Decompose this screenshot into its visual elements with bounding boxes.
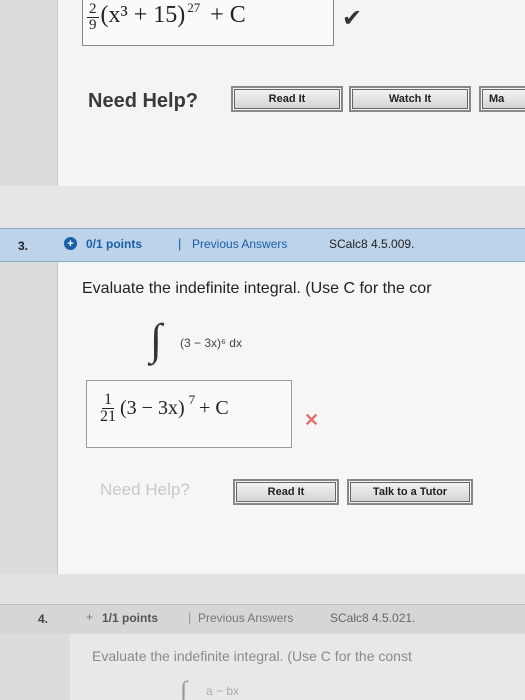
answer-denominator: 9: [89, 17, 97, 33]
points-label: 1/1 points: [102, 611, 159, 625]
answer-numerator: 1: [102, 391, 114, 409]
question-reference: SCalc8 4.5.021.: [330, 611, 416, 625]
master-it-button[interactable]: Ma: [479, 86, 525, 112]
question-reference: SCalc8 4.5.009.: [329, 237, 415, 251]
wrong-x-icon: ✕: [304, 410, 320, 430]
answer-plus-c: + C: [210, 2, 246, 28]
integrand: (3 − 3x)⁶ dx: [180, 336, 242, 350]
read-it-button[interactable]: Read It: [231, 86, 343, 112]
points-label: 0/1 points: [86, 237, 143, 251]
answer-denominator: 21: [100, 408, 116, 425]
question-prompt: Evaluate the indefinite integral. (Use C…: [92, 648, 412, 664]
watch-it-button[interactable]: Watch It: [349, 86, 471, 112]
header-separator: |: [188, 610, 192, 625]
answer-numerator: 2: [87, 1, 99, 18]
read-it-button[interactable]: Read It: [233, 479, 339, 505]
need-help-label: Need Help?: [100, 480, 190, 499]
answer-exponent: 7: [188, 391, 196, 407]
talk-to-tutor-button[interactable]: Talk to a Tutor: [347, 479, 473, 505]
integral-sign: ∫: [180, 676, 188, 700]
question-separator: [0, 574, 525, 604]
plus-circle-icon[interactable]: +: [64, 237, 77, 250]
need-help-label: Need Help?: [88, 90, 199, 112]
question-4-body: [70, 634, 525, 700]
previous-answers-link[interactable]: Previous Answers: [192, 237, 287, 251]
header-separator: |: [178, 236, 182, 251]
question-separator: [0, 186, 525, 228]
answer-expression: (x³ + 15): [100, 2, 186, 28]
answer-plus-c: + C: [199, 397, 229, 419]
question-number: 3.: [18, 239, 29, 253]
question-number: 4.: [38, 612, 49, 626]
integrand: a − bx: [206, 684, 240, 698]
question-2-answer-box[interactable]: 2 9 (x³ + 15) 27 + C: [82, 0, 334, 46]
answer-base: (3 − 3x): [120, 397, 185, 419]
integral-sign: ∫: [150, 315, 163, 364]
question-prompt: Evaluate the indefinite integral. (Use C…: [82, 280, 432, 297]
checkmark-icon: ✔: [342, 5, 363, 32]
plus-icon[interactable]: +: [86, 610, 93, 624]
previous-answers-link[interactable]: Previous Answers: [198, 611, 293, 625]
answer-expression: 1 21 (3 − 3x) 7 + C: [100, 392, 229, 425]
answer-exponent: 27: [187, 0, 201, 15]
